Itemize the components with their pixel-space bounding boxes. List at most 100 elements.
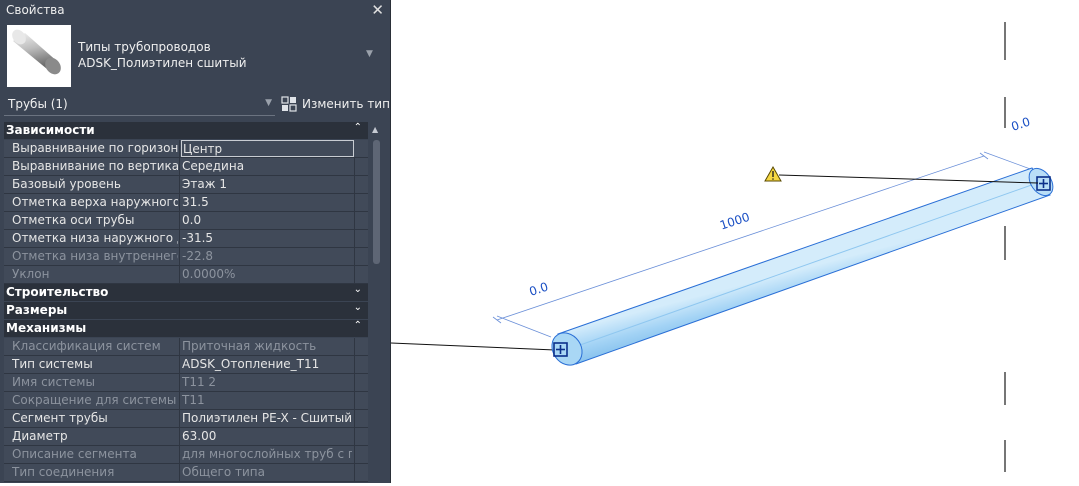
property-name: Уклон: [12, 267, 50, 281]
property-value-field[interactable]: 63.00: [181, 428, 352, 444]
property-name: Отметка низа внутреннего д...: [12, 249, 178, 263]
property-value: Этаж 1: [182, 177, 227, 191]
offset-label-top: 0.0: [1010, 115, 1032, 134]
properties-panel: Свойства ✕ Типы трубопроводов ADSK_Полиэ…: [0, 0, 391, 483]
property-value-field[interactable]: 0.0: [181, 212, 352, 228]
close-icon[interactable]: ✕: [371, 1, 384, 19]
property-value: Середина: [182, 159, 245, 173]
collapse-icon[interactable]: ⌃: [354, 320, 362, 331]
property-name: Диаметр: [12, 429, 68, 443]
property-value: 31.5: [182, 195, 209, 209]
chevron-down-icon: ▼: [265, 98, 272, 108]
length-dimension-label: 1000: [718, 210, 751, 233]
property-value: Полиэтилен PE-X - Сшитый ...: [182, 411, 352, 425]
property-name: Имя системы: [12, 375, 95, 389]
property-row[interactable]: Отметка оси трубы 0.0: [4, 212, 368, 230]
offset-label-left: 0.0: [528, 280, 550, 299]
scrollbar-thumb[interactable]: [373, 140, 380, 264]
pipe-element[interactable]: [546, 164, 1058, 371]
property-value-field: Т11 2: [181, 374, 352, 390]
section-mechanical[interactable]: Механизмы ⌃: [4, 320, 368, 338]
section-title: Зависимости: [6, 123, 95, 137]
property-name: Классификация систем: [12, 339, 161, 353]
type-name-label: ADSK_Полиэтилен сшитый: [78, 56, 247, 70]
leader-line: [390, 342, 556, 351]
property-value-field[interactable]: Центр: [181, 140, 354, 157]
section-dimensions[interactable]: Размеры ⌄: [4, 302, 368, 320]
expand-icon[interactable]: ⌄: [354, 284, 362, 295]
property-value: 0.0000%: [182, 267, 236, 281]
property-value-field[interactable]: Полиэтилен PE-X - Сшитый ...: [181, 410, 352, 426]
property-value-field[interactable]: 31.5: [181, 194, 352, 210]
property-name: Тип системы: [12, 357, 93, 371]
viewport-canvas[interactable]: 1000 0.0 0.0: [390, 0, 1079, 483]
property-value: Общего типа: [182, 465, 265, 479]
property-row[interactable]: Выравнивание по горизонта... Центр: [4, 140, 368, 158]
property-grid-scrollbar[interactable]: ▲: [370, 122, 383, 483]
property-value-field[interactable]: Этаж 1: [181, 176, 352, 192]
property-row: Описание сегмента для многослойных труб …: [4, 446, 368, 464]
property-value-field: 0.0000%: [181, 266, 352, 282]
property-row: Классификация систем Приточная жидкость: [4, 338, 368, 356]
property-value-field: -22.8: [181, 248, 352, 264]
section-construction[interactable]: Строительство ⌄: [4, 284, 368, 302]
property-row[interactable]: Отметка верха наружного д... 31.5: [4, 194, 368, 212]
property-row[interactable]: Сегмент трубы Полиэтилен PE-X - Сшитый .…: [4, 410, 368, 428]
property-grid: Зависимости ⌃ Выравнивание по горизонта.…: [4, 122, 368, 483]
property-value-field: для многослойных труб с пр...: [181, 446, 352, 462]
property-name: Тип соединения: [12, 465, 115, 479]
property-value: -31.5: [182, 231, 214, 245]
property-value-field: Т11: [181, 392, 352, 408]
filter-label: Трубы (1): [8, 97, 68, 111]
property-value-field: Приточная жидкость: [181, 338, 352, 354]
property-row: Тип соединения Общего типа: [4, 464, 368, 482]
property-value: Т11 2: [182, 375, 217, 389]
section-title: Механизмы: [6, 321, 87, 335]
property-name: Отметка низа наружного ди...: [12, 231, 178, 245]
collapse-icon[interactable]: ⌃: [354, 122, 362, 133]
property-row[interactable]: Тип системы ADSK_Отопление_Т11: [4, 356, 368, 374]
edit-type-icon: [281, 96, 297, 112]
property-value-field[interactable]: ADSK_Отопление_Т11: [181, 356, 352, 372]
filter-row: Трубы (1) ▼ Изменить тип: [0, 93, 390, 117]
drawing-viewport[interactable]: 1000 0.0 0.0: [390, 0, 1079, 483]
property-row: Отметка низа внутреннего д... -22.8: [4, 248, 368, 266]
chevron-down-icon[interactable]: ▼: [366, 49, 373, 59]
dimension-lines: [492, 151, 1034, 338]
property-name: Сегмент трубы: [12, 411, 108, 425]
property-row[interactable]: Выравнивание по вертикали Середина: [4, 158, 368, 176]
type-selector[interactable]: Типы трубопроводов ADSK_Полиэтилен сшиты…: [0, 21, 386, 92]
property-value: 0.0: [182, 213, 202, 227]
type-family-label: Типы трубопроводов: [78, 40, 211, 54]
property-value: Т11: [182, 393, 205, 407]
property-row: Имя системы Т11 2: [4, 374, 368, 392]
warning-icon[interactable]: [764, 165, 782, 182]
property-row: Сокращение для системы Т11: [4, 392, 368, 410]
property-name: Отметка верха наружного д...: [12, 195, 178, 209]
property-value-field: Общего типа: [181, 464, 352, 480]
property-value: для многослойных труб с пр...: [182, 447, 352, 461]
property-value-field[interactable]: -31.5: [181, 230, 352, 246]
section-title: Строительство: [6, 285, 109, 299]
property-row: Уклон 0.0000%: [4, 266, 368, 284]
property-name: Выравнивание по вертикали: [12, 159, 178, 173]
panel-title: Свойства: [6, 3, 65, 17]
section-title: Размеры: [6, 303, 68, 317]
property-row[interactable]: Базовый уровень Этаж 1: [4, 176, 368, 194]
category-filter-dropdown[interactable]: Трубы (1) ▼: [4, 94, 275, 116]
section-constraints[interactable]: Зависимости ⌃: [4, 122, 368, 140]
property-name: Сокращение для системы: [12, 393, 177, 407]
property-row[interactable]: Отметка низа наружного ди... -31.5: [4, 230, 368, 248]
property-name: Отметка оси трубы: [12, 213, 135, 227]
property-name: Базовый уровень: [12, 177, 121, 191]
scroll-up-icon[interactable]: ▲: [372, 125, 378, 134]
property-value: ADSK_Отопление_Т11: [182, 357, 320, 371]
pipe-thumbnail-icon: [7, 25, 71, 87]
expand-icon[interactable]: ⌄: [354, 302, 362, 313]
property-value-field[interactable]: Середина: [181, 158, 352, 174]
property-row[interactable]: Диаметр 63.00: [4, 428, 368, 446]
property-value: -22.8: [182, 249, 214, 263]
edit-type-label: Изменить тип: [302, 97, 390, 111]
panel-title-bar: Свойства ✕: [0, 0, 390, 21]
property-name: Выравнивание по горизонта...: [12, 141, 178, 155]
